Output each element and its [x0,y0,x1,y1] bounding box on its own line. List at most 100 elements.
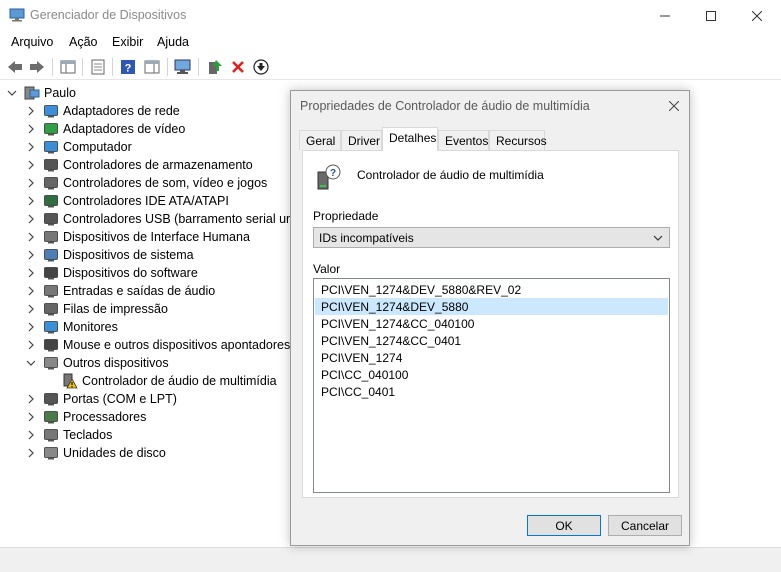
toolbar-separator [112,58,113,76]
computer-icon [24,85,40,101]
property-label: Propriedade [313,209,379,223]
sound-icon [43,175,59,191]
chevron-right-icon[interactable] [25,195,37,207]
tab-eventos[interactable]: Eventos [438,130,489,150]
value-list-item[interactable]: PCI\VEN_1274&CC_040100 [315,315,668,332]
tab-geral[interactable]: Geral [299,130,341,150]
menu-arquivo[interactable]: Arquivo [11,35,53,49]
chevron-right-icon[interactable] [25,411,37,423]
device-manager-app-icon [9,8,25,22]
chevron-right-icon[interactable] [25,339,37,351]
value-list-item[interactable]: PCI\VEN_1274&DEV_5880&REV_02 [315,281,668,298]
tab-driver[interactable]: Driver [341,130,382,150]
chevron-right-icon[interactable] [25,321,37,333]
update-driver-icon[interactable] [205,57,225,77]
svg-text:?: ? [330,168,336,179]
disable-device-icon[interactable] [251,57,271,77]
chevron-right-icon[interactable] [25,303,37,315]
chevron-right-icon[interactable] [25,177,37,189]
scan-hardware-icon[interactable] [173,57,193,77]
tree-category[interactable]: Computador [25,138,132,156]
chevron-right-icon[interactable] [25,141,37,153]
status-bar [0,547,781,572]
tree-category[interactable]: Portas (COM e LPT) [25,390,177,408]
display-adapter-icon [43,121,59,137]
uninstall-device-icon[interactable] [228,57,248,77]
tree-category[interactable]: Dispositivos do software [25,264,198,282]
tree-category[interactable]: Monitores [25,318,118,336]
value-list-item[interactable]: PCI\CC_0401 [315,383,668,400]
tree-category[interactable]: Mouse e outros dispositivos apontadores [25,336,290,354]
value-list-item[interactable]: PCI\VEN_1274&CC_0401 [315,332,668,349]
tree-category[interactable]: Controladores IDE ATA/ATAPI [25,192,229,210]
chevron-right-icon[interactable] [25,105,37,117]
other-devices-icon [43,355,59,371]
hid-icon [43,229,59,245]
window-title: Gerenciador de Dispositivos [30,8,187,22]
tree-category[interactable]: Controladores USB (barramento serial uni… [25,210,333,228]
tree-category[interactable]: Controladores de armazenamento [25,156,253,174]
tree-item-label: Processadores [63,410,147,424]
warning-device-icon [62,373,78,389]
close-dialog-button[interactable] [663,96,685,116]
tree-category[interactable]: Adaptadores de vídeo [25,120,185,138]
tree-category[interactable]: Controladores de som, vídeo e jogos [25,174,267,192]
tree-item-label: Entradas e saídas de áudio [63,284,216,298]
tree-root-computer[interactable]: Paulo [6,84,76,102]
tab-recursos[interactable]: Recursos [489,130,547,150]
chevron-right-icon[interactable] [25,393,37,405]
printer-icon [43,301,59,317]
help-icon[interactable]: ? [118,57,138,77]
value-listbox[interactable]: PCI\VEN_1274&DEV_5880&REV_02 PCI\VEN_1274… [313,278,670,493]
tree-category[interactable]: Entradas e saídas de áudio [25,282,215,300]
tree-item-label: Adaptadores de vídeo [63,122,186,136]
chevron-right-icon[interactable] [25,213,37,225]
menu-acao[interactable]: Ação [69,35,98,49]
tree-item-label: Teclados [63,428,113,442]
menu-exibir[interactable]: Exibir [112,35,143,49]
property-dropdown[interactable]: IDs incompatíveis [313,227,670,248]
chevron-right-icon[interactable] [25,231,37,243]
menu-ajuda[interactable]: Ajuda [157,35,189,49]
chevron-right-icon[interactable] [25,249,37,261]
tree-root-label: Paulo [44,86,76,100]
chevron-right-icon[interactable] [25,429,37,441]
tree-item-label: Controladores de som, vídeo e jogos [63,176,268,190]
tree-category[interactable]: Outros dispositivos [25,354,169,372]
computer-icon [43,139,59,155]
properties-icon[interactable] [88,57,108,77]
software-device-icon [43,265,59,281]
tree-category[interactable]: Processadores [25,408,146,426]
back-arrow-icon[interactable] [5,57,25,77]
action-pane-icon[interactable] [142,57,162,77]
forward-arrow-icon[interactable] [27,57,47,77]
value-list-item[interactable]: PCI\VEN_1274&DEV_5880 [315,298,668,315]
value-list-item[interactable]: PCI\VEN_1274 [315,349,668,366]
tree-category[interactable]: Filas de impressão [25,300,168,318]
tree-category[interactable]: Unidades de disco [25,444,166,462]
chevron-right-icon[interactable] [25,123,37,135]
tree-category[interactable]: Dispositivos de Interface Humana [25,228,250,246]
close-window-button[interactable] [734,0,780,31]
cancel-button[interactable]: Cancelar [608,515,682,536]
network-adapter-icon [43,103,59,119]
tree-category[interactable]: Adaptadores de rede [25,102,180,120]
tree-category[interactable]: Dispositivos de sistema [25,246,194,264]
tab-detalhes[interactable]: Detalhes [382,127,438,151]
show-hide-console-tree-icon[interactable] [58,57,78,77]
chevron-right-icon[interactable] [25,447,37,459]
tree-category[interactable]: Teclados [25,426,112,444]
value-list-item[interactable]: PCI\CC_040100 [315,366,668,383]
maximize-button[interactable] [688,0,734,31]
chevron-down-icon[interactable] [25,357,37,369]
svg-text:?: ? [125,63,132,75]
chevron-right-icon[interactable] [25,285,37,297]
chevron-down-icon[interactable] [6,87,18,99]
chevron-right-icon[interactable] [25,159,37,171]
tree-item-label: Dispositivos do software [63,266,198,280]
ok-button[interactable]: OK [527,515,601,536]
minimize-button[interactable] [642,0,688,31]
chevron-right-icon[interactable] [25,267,37,279]
toolbar-separator [52,58,53,76]
tree-item-device[interactable]: Controlador de áudio de multimídia [44,372,277,390]
